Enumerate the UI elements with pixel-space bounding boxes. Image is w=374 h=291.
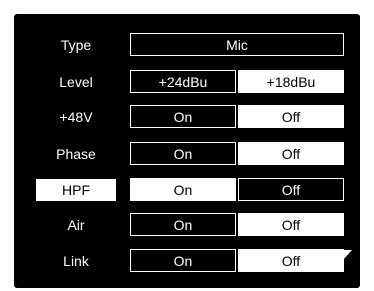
row-label-link: Link bbox=[63, 253, 89, 269]
hpf-off-button[interactable]: Off bbox=[238, 178, 344, 201]
down-arrow-icon[interactable] bbox=[334, 250, 352, 260]
type-option-mic[interactable]: Mic bbox=[130, 33, 344, 56]
row-label-air: Air bbox=[67, 217, 85, 233]
level-option-18dbu[interactable]: +18dBu bbox=[238, 70, 344, 93]
air-on-button[interactable]: On bbox=[130, 213, 236, 236]
row-label-48v: +48V bbox=[59, 109, 93, 125]
row-label-type: Type bbox=[60, 37, 92, 53]
link-on-button[interactable]: On bbox=[130, 249, 236, 272]
level-option-24dbu[interactable]: +24dBu bbox=[130, 70, 236, 93]
row-label-phase: Phase bbox=[56, 146, 96, 162]
air-off-button[interactable]: Off bbox=[238, 213, 344, 236]
row-label-level: Level bbox=[59, 74, 93, 90]
row-label-hpf: HPF bbox=[36, 179, 116, 201]
phantom-power-on-button[interactable]: On bbox=[130, 105, 236, 128]
link-off-button[interactable]: Off bbox=[238, 249, 344, 272]
phantom-power-off-button[interactable]: Off bbox=[238, 105, 344, 128]
phase-on-button[interactable]: On bbox=[130, 142, 236, 165]
hpf-on-button[interactable]: On bbox=[130, 178, 236, 201]
phase-off-button[interactable]: Off bbox=[238, 142, 344, 165]
settings-screen: Type Mic Level +24dBu +18dBu +48V On Off… bbox=[14, 14, 360, 288]
